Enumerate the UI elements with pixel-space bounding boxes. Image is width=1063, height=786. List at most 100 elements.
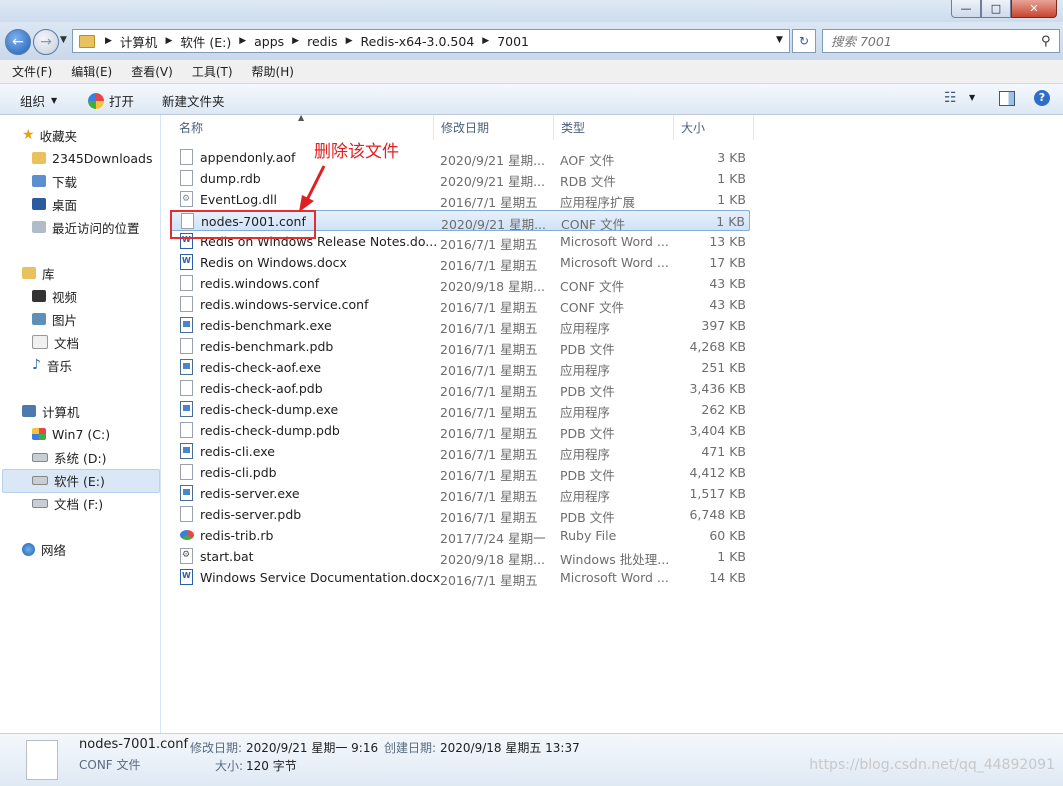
preview-pane-icon[interactable] [999, 91, 1015, 106]
nav-favorites[interactable]: ★ 收藏夹 [22, 125, 77, 145]
file-row[interactable]: redis.windows.conf 2020/9/18 星期... CONF 文件… [170, 273, 750, 294]
nav-item-desktop[interactable]: 桌面 [32, 194, 77, 214]
file-name: appendonly.aof [200, 150, 296, 165]
file-row[interactable]: redis-benchmark.exe 2016/7/1 星期五 应用程序 397 K… [170, 315, 750, 336]
downloads-folder-icon [32, 175, 46, 187]
breadcrumb-separator-icon[interactable]: ▶ [101, 36, 116, 46]
file-row[interactable]: redis-server.pdb 2016/7/1 星期五 PDB 文件 6,748 … [170, 504, 750, 525]
nav-item-pictures[interactable]: 图片 [32, 309, 77, 329]
nav-item-documents[interactable]: 文档 [32, 332, 79, 352]
file-name: redis-cli.pdb [200, 465, 277, 480]
watermark-text: https://blog.csdn.net/qq_44892091 [809, 757, 1055, 773]
search-box[interactable]: ⚲ [822, 29, 1060, 53]
breadcrumb-drive-e[interactable]: 软件 (E:) [176, 32, 235, 51]
search-input[interactable] [823, 32, 1041, 50]
close-button[interactable]: ✕ [1011, 0, 1057, 18]
nav-item-videos[interactable]: 视频 [32, 286, 77, 306]
file-row[interactable]: appendonly.aof 2020/9/21 星期... AOF 文件 3 KB [170, 147, 750, 168]
view-dropdown-icon[interactable]: ▼ [969, 93, 975, 102]
file-name: redis-benchmark.exe [200, 318, 332, 333]
column-date-label: 修改日期 [441, 121, 490, 135]
file-row[interactable]: redis.windows-service.conf 2016/7/1 星期五 CO… [170, 294, 750, 315]
details-file-type: CONF 文件 [79, 758, 141, 772]
file-date: 2020/9/18 星期... [440, 279, 545, 294]
file-row[interactable]: Windows Service Documentation.docx2016/7… [170, 567, 750, 588]
file-size: 13 KB [709, 234, 746, 249]
nav-item-drive-e[interactable]: 软件 (E:) [32, 470, 105, 490]
exe-file-icon [180, 317, 193, 333]
file-file-icon [180, 275, 193, 291]
column-header-size[interactable]: 大小 [674, 115, 754, 140]
file-size: 60 KB [709, 528, 746, 543]
file-size: 397 KB [701, 318, 746, 333]
file-row[interactable]: redis-cli.exe 2016/7/1 星期五 应用程序 471 KB [170, 441, 750, 462]
breadcrumb-redis-version[interactable]: Redis-x64-3.0.504 [357, 34, 479, 49]
nav-item-drive-f[interactable]: 文档 (F:) [32, 493, 103, 513]
file-type: 应用程序 [560, 405, 611, 420]
file-size: 17 KB [709, 255, 746, 270]
recent-places-icon [32, 221, 46, 233]
file-row[interactable]: redis-check-dump.exe 2016/7/1 星期五 应用程序 262 … [170, 399, 750, 420]
file-name: redis-check-aof.exe [200, 360, 322, 375]
nav-libraries[interactable]: 库 [22, 263, 55, 283]
help-icon[interactable]: ? [1034, 90, 1050, 106]
back-button[interactable]: ← [5, 29, 31, 55]
column-header-type[interactable]: 类型 [554, 115, 674, 140]
address-bar[interactable]: ▶ 计算机 ▶ 软件 (E:) ▶ apps ▶ redis ▶ Redis-x… [72, 29, 790, 53]
nav-item-music[interactable]: ♪ 音乐 [32, 355, 72, 375]
breadcrumb-computer[interactable]: 计算机 [116, 32, 162, 51]
breadcrumb-separator-icon[interactable]: ▶ [478, 36, 493, 46]
column-header-date[interactable]: 修改日期 [434, 115, 554, 140]
file-row[interactable]: redis-trib.rb 2017/7/24 星期一 Ruby File 60 KB [170, 525, 750, 546]
nav-item-drive-c[interactable]: Win7 (C:) [32, 424, 110, 444]
file-row[interactable]: start.bat 2020/9/18 星期... Windows 批处理... 1 … [170, 546, 750, 567]
nav-item-recent[interactable]: 最近访问的位置 [32, 217, 140, 237]
nav-item-drive-d[interactable]: 系统 (D:) [32, 447, 107, 467]
docx-file-icon [180, 254, 193, 270]
history-dropdown-icon[interactable]: ▼ [60, 35, 67, 45]
nav-label: 最近访问的位置 [52, 220, 140, 236]
maximize-button[interactable]: □ [981, 0, 1011, 18]
file-date: 2016/7/1 星期五 [440, 510, 538, 525]
file-type: PDB 文件 [560, 384, 615, 399]
minimize-button[interactable]: — [951, 0, 981, 18]
organize-button[interactable]: 组织 ▼ [20, 91, 57, 110]
menu-edit[interactable]: 编辑(E) [59, 63, 119, 80]
file-row[interactable]: redis-benchmark.pdb 2016/7/1 星期五 PDB 文件 4,2… [170, 336, 750, 357]
nav-item-2345downloads[interactable]: 2345Downloads [32, 148, 152, 168]
file-row[interactable]: redis-cli.pdb 2016/7/1 星期五 PDB 文件 4,412 KB [170, 462, 750, 483]
nav-computer[interactable]: 计算机 [22, 401, 80, 421]
address-dropdown-icon[interactable]: ▼ [776, 35, 783, 45]
breadcrumb-separator-icon[interactable]: ▶ [288, 36, 303, 46]
file-row[interactable]: redis-check-aof.pdb 2016/7/1 星期五 PDB 文件 3,4… [170, 378, 750, 399]
breadcrumb-separator-icon[interactable]: ▶ [235, 36, 250, 46]
breadcrumb-separator-icon[interactable]: ▶ [342, 36, 357, 46]
open-button[interactable]: 打开 [88, 91, 134, 110]
file-size: 251 KB [701, 360, 746, 375]
breadcrumb-separator-icon[interactable]: ▶ [161, 36, 176, 46]
file-size: 3,436 KB [689, 381, 746, 396]
breadcrumb-redis[interactable]: redis [303, 34, 341, 49]
file-row[interactable]: redis-server.exe 2016/7/1 星期五 应用程序 1,517 KB [170, 483, 750, 504]
file-row[interactable]: redis-check-aof.exe 2016/7/1 星期五 应用程序 251 K… [170, 357, 750, 378]
new-folder-button[interactable]: 新建文件夹 [162, 91, 225, 110]
file-row[interactable]: redis-check-dump.pdb 2016/7/1 星期五 PDB 文件 3,… [170, 420, 750, 441]
menu-view[interactable]: 查看(V) [119, 63, 180, 80]
search-icon[interactable]: ⚲ [1041, 34, 1059, 49]
view-options-icon[interactable]: ☷ [944, 90, 957, 106]
refresh-button[interactable]: ↻ [792, 29, 816, 53]
file-row[interactable]: Redis on Windows.docx 2016/7/1 星期五 Microso… [170, 252, 750, 273]
menu-tools[interactable]: 工具(T) [180, 63, 240, 80]
nav-label: 2345Downloads [52, 150, 153, 166]
forward-button[interactable]: → [33, 29, 59, 55]
menu-file[interactable]: 文件(F) [0, 63, 59, 80]
file-row[interactable]: EventLog.dll 2016/7/1 星期五 应用程序扩展 1 KB [170, 189, 750, 210]
menu-help[interactable]: 帮助(H) [240, 63, 301, 80]
nav-item-downloads[interactable]: 下载 [32, 171, 77, 191]
file-row[interactable]: dump.rdb 2020/9/21 星期... RDB 文件 1 KB [170, 168, 750, 189]
file-name: redis-check-dump.exe [200, 402, 339, 417]
windows-drive-icon [32, 428, 46, 440]
breadcrumb-apps[interactable]: apps [250, 34, 288, 49]
breadcrumb-7001[interactable]: 7001 [493, 34, 533, 49]
nav-network[interactable]: 网络 [22, 539, 66, 559]
